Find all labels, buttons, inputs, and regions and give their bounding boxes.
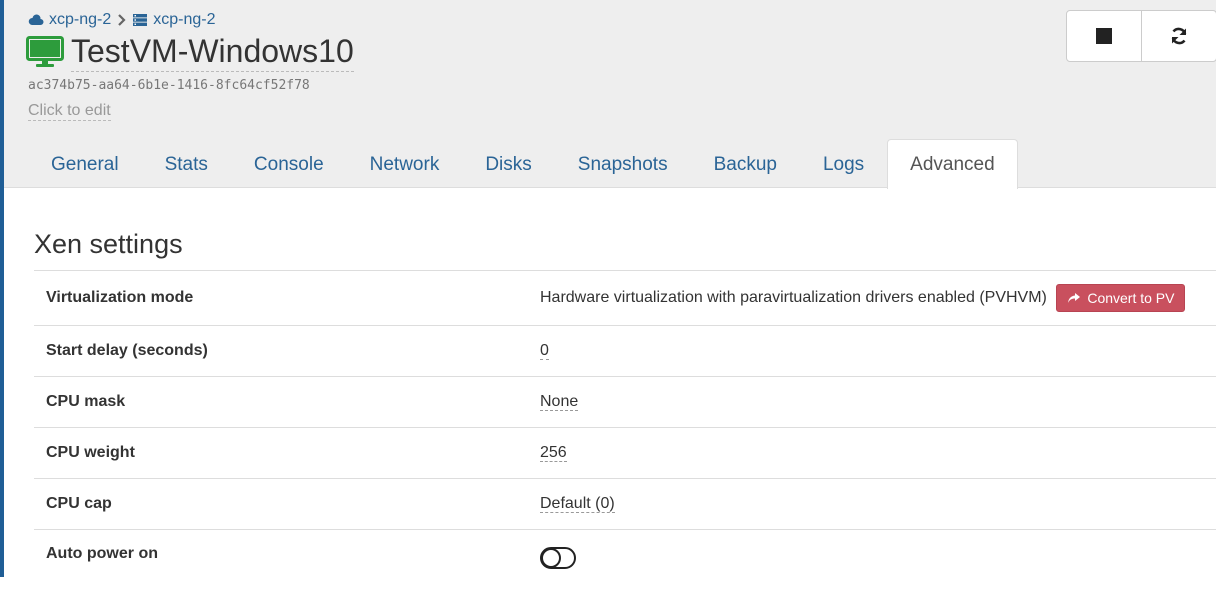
convert-to-pv-label: Convert to PV [1087, 290, 1174, 306]
tab-advanced[interactable]: Advanced [887, 139, 1018, 189]
tab-stats[interactable]: Stats [142, 139, 231, 188]
tab-snapshots[interactable]: Snapshots [555, 139, 691, 188]
tab-console[interactable]: Console [231, 139, 347, 188]
table-row: Auto power on [34, 530, 1216, 594]
vm-title-row: TestVM-Windows10 [26, 32, 354, 72]
convert-to-pv-button[interactable]: Convert to PV [1056, 284, 1185, 312]
stop-icon [1095, 27, 1113, 45]
tab-disks[interactable]: Disks [462, 139, 554, 188]
setting-label: CPU mask [34, 377, 539, 428]
breadcrumb-host-link[interactable]: xcp-ng-2 [153, 11, 215, 29]
tab-backup[interactable]: Backup [691, 139, 800, 188]
auto-power-on-toggle[interactable] [540, 547, 576, 569]
chevron-right-icon [116, 13, 128, 27]
cpu-mask-value[interactable]: None [540, 393, 578, 411]
tab-network[interactable]: Network [347, 139, 463, 188]
tab-logs[interactable]: Logs [800, 139, 887, 188]
table-row: CPU cap Default (0) [34, 479, 1216, 530]
setting-label: Auto power on [34, 530, 539, 594]
setting-label: CPU weight [34, 428, 539, 479]
virtualization-mode-value: Hardware virtualization with paravirtual… [540, 289, 1047, 306]
stop-button[interactable] [1067, 11, 1141, 61]
tab-general[interactable]: General [28, 139, 142, 188]
setting-value: Hardware virtualization with paravirtual… [539, 271, 1216, 326]
refresh-icon [1169, 26, 1189, 46]
vm-tabs: General Stats Console Network Disks Snap… [28, 139, 1018, 188]
server-icon [132, 13, 148, 27]
setting-label: CPU cap [34, 479, 539, 530]
vm-name[interactable]: TestVM-Windows10 [71, 32, 354, 72]
table-row: CPU weight 256 [34, 428, 1216, 479]
desktop-monitor-icon [26, 36, 64, 68]
vm-header: xcp-ng-2 xcp-ng-2 TestVM-Windows10 ac374… [4, 0, 1216, 188]
cloud-icon [28, 13, 44, 27]
vm-uuid: ac374b75-aa64-6b1e-1416-8fc64cf52f78 [28, 78, 310, 93]
breadcrumb-pool-link[interactable]: xcp-ng-2 [49, 11, 111, 29]
restart-button[interactable] [1141, 11, 1216, 61]
vm-action-buttons [1066, 10, 1216, 62]
table-row: CPU mask None [34, 377, 1216, 428]
breadcrumb: xcp-ng-2 xcp-ng-2 [28, 11, 216, 29]
setting-label: Start delay (seconds) [34, 326, 539, 377]
share-arrow-icon [1067, 292, 1081, 304]
section-title: Xen settings [34, 229, 183, 260]
table-row: Start delay (seconds) 0 [34, 326, 1216, 377]
start-delay-value[interactable]: 0 [540, 342, 549, 360]
vm-description-edit[interactable]: Click to edit [28, 101, 111, 121]
xen-settings-table: Virtualization mode Hardware virtualizat… [34, 270, 1216, 594]
setting-label: Virtualization mode [34, 271, 539, 326]
cpu-weight-value[interactable]: 256 [540, 444, 567, 462]
table-row: Virtualization mode Hardware virtualizat… [34, 271, 1216, 326]
cpu-cap-value[interactable]: Default (0) [540, 495, 615, 513]
